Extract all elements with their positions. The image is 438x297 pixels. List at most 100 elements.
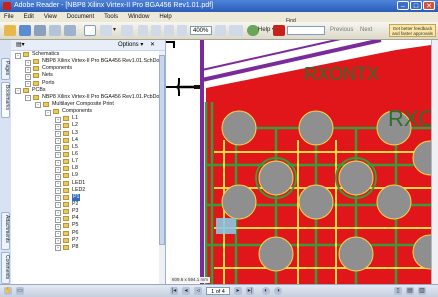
find-input[interactable]	[287, 26, 325, 35]
bookmark-item[interactable]: + Ports	[11, 79, 159, 88]
silkscreen-label-rxontx: RXONTX	[304, 64, 379, 84]
previous-button[interactable]: Previous	[330, 26, 353, 35]
bookmark-item[interactable]: + L3	[11, 129, 159, 138]
zoom-in-icon[interactable]	[177, 25, 187, 36]
menu-document[interactable]: Document	[63, 12, 98, 22]
next-page-icon[interactable]: ▸	[234, 287, 242, 295]
title-bar: Adobe Reader - [NBP8 Xilinx Virtex-II Pr…	[0, 0, 438, 12]
next-view-icon[interactable]: ◑	[274, 287, 282, 295]
bookmark-item[interactable]: + L4	[11, 137, 159, 145]
select-icon[interactable]: ▭	[16, 287, 24, 295]
next-button[interactable]: Next	[360, 26, 372, 35]
bookmark-label: L2	[72, 122, 78, 129]
last-page-icon[interactable]: ▸|	[246, 287, 254, 295]
document-view[interactable]: RXONTX RXO	[166, 40, 438, 284]
minimize-button[interactable]: –	[397, 1, 409, 10]
bookmark-item[interactable]: + Components	[11, 65, 159, 73]
bookmark-item[interactable]: + L5	[11, 144, 159, 152]
page-down-icon[interactable]	[151, 25, 161, 36]
panel-close-button[interactable]: ✕	[150, 40, 155, 50]
bookmark-label: L3	[72, 129, 78, 136]
select-dropdown[interactable]: ▾	[113, 26, 116, 35]
bookmark-item[interactable]: + P1	[11, 193, 159, 202]
rotate-icon[interactable]	[229, 25, 243, 36]
previous-page-icon[interactable]: ◂	[182, 287, 190, 295]
bookmark-item[interactable]: − Multilayer Composite Print	[11, 101, 159, 109]
bookmark-item[interactable]: + L8	[11, 165, 159, 173]
bookmark-item[interactable]: + L7	[11, 158, 159, 166]
bookmark-item[interactable]: + P6	[11, 230, 159, 238]
menu-edit[interactable]: Edit	[20, 12, 38, 22]
tab-bookmarks[interactable]: Bookmarks	[1, 82, 10, 118]
bookmark-item[interactable]: + P4	[11, 215, 159, 223]
first-page-icon[interactable]: |◂	[170, 287, 178, 295]
bookmark-item[interactable]: + L6	[11, 151, 159, 159]
bookmark-item[interactable]: − NBP8 Xilinx Virtex-II Pro BGA456 Rev1.0…	[11, 94, 159, 102]
bookmark-tools-icon[interactable]: ▤▾	[16, 40, 25, 50]
menu-tools[interactable]: Tools	[100, 12, 122, 22]
zoom-out-icon[interactable]	[164, 25, 174, 36]
pcb-layout-image: RXONTX RXO	[166, 40, 438, 284]
maximize-button[interactable]: □	[410, 1, 422, 10]
find-icon[interactable]	[273, 25, 285, 36]
bookmark-item[interactable]: + NBP8 Xilinx Virtex-II Pro BGA456 Rev1.0…	[11, 58, 159, 66]
bookmark-label: L9	[72, 172, 78, 179]
menu-file[interactable]: File	[0, 12, 18, 22]
bookmark-item[interactable]: − Components	[11, 108, 159, 116]
menu-window[interactable]: Window	[124, 12, 153, 22]
select-tool-icon[interactable]	[100, 25, 112, 36]
page-number-field[interactable]: 1 of 4	[206, 287, 230, 295]
bookmark-item[interactable]: + P5	[11, 222, 159, 230]
zoom-value-field[interactable]: 400%	[190, 26, 212, 35]
page-up-icon[interactable]	[138, 25, 148, 36]
toolbar: ▾ 400% Help ▾ Find Previous Next Get bet…	[0, 18, 438, 40]
bookmark-icon	[43, 101, 49, 107]
previous-page-arrow-icon[interactable]: ◃	[194, 287, 202, 295]
bookmark-label: P4	[72, 215, 79, 222]
bookmark-item[interactable]: + L9	[11, 172, 159, 180]
scrollbar-thumb[interactable]	[159, 55, 165, 245]
bookmark-label: Nets	[42, 72, 53, 79]
bookmark-item[interactable]: + P3	[11, 208, 159, 216]
close-button[interactable]: ✕	[423, 1, 435, 10]
bookmark-item[interactable]: + L2	[11, 122, 159, 130]
bookmark-icon	[63, 230, 69, 236]
bookmark-item[interactable]: − PCBs	[11, 87, 159, 95]
menu-view[interactable]: View	[40, 12, 61, 22]
tab-attachments[interactable]: Attachments	[1, 212, 10, 250]
bookmark-label: Ports	[42, 79, 55, 86]
document-scrollbar[interactable]	[431, 40, 438, 284]
tab-pages[interactable]: Pages	[1, 58, 10, 80]
hand-tool-icon[interactable]	[84, 25, 96, 36]
bookmark-item[interactable]: + P8	[11, 244, 159, 252]
bookmark-item[interactable]: + LED2	[11, 187, 159, 195]
bookmark-item[interactable]: + P7	[11, 237, 159, 245]
bookmarks-scrollbar[interactable]	[159, 51, 165, 284]
options-menu[interactable]: Options ▾	[118, 40, 143, 50]
expand-icon[interactable]: +	[55, 245, 61, 252]
bookmark-item[interactable]: + LED1	[11, 179, 159, 188]
bookmark-item[interactable]: + L1	[11, 115, 159, 123]
feedback-banner[interactable]: Get better feedback and faster approvals	[389, 24, 436, 37]
print-icon[interactable]	[34, 25, 46, 36]
hand-icon[interactable]: ✋	[4, 287, 12, 295]
email-icon[interactable]	[49, 25, 61, 36]
save-icon[interactable]	[19, 25, 31, 36]
zoom-tool-icon[interactable]	[121, 25, 133, 36]
menu-help[interactable]: Help	[155, 12, 175, 22]
bookmark-item[interactable]: + Nets	[11, 72, 159, 80]
bookmark-item[interactable]: + P2	[11, 201, 159, 209]
open-icon[interactable]	[4, 25, 16, 36]
bookmark-label: Components	[62, 108, 93, 115]
continuous-icon[interactable]: ▤	[406, 287, 414, 295]
bookmark-icon	[23, 87, 29, 93]
tab-comments[interactable]: Comments	[1, 252, 10, 284]
bookmark-item[interactable]: − Schematics	[11, 51, 159, 59]
facing-pages-icon[interactable]: ▥	[418, 287, 426, 295]
search-icon[interactable]	[64, 25, 76, 36]
bookmark-label: LED1	[72, 179, 86, 186]
zoom-dropdown-icon[interactable]	[215, 25, 226, 36]
single-page-icon[interactable]: ▯	[394, 287, 402, 295]
bookmark-icon	[63, 201, 69, 207]
previous-view-icon[interactable]: ◐	[262, 287, 270, 295]
